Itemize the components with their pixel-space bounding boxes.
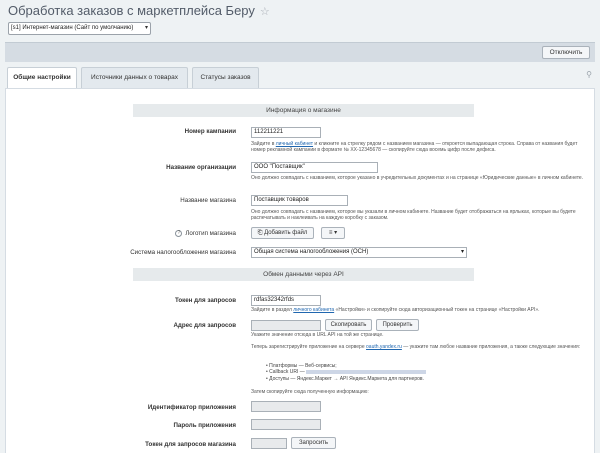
star-icon[interactable]: ☆ [260,6,270,18]
request-address-input[interactable] [251,320,321,331]
token-label: Токен для запросов [174,297,236,304]
add-file-label: Добавить файл [264,230,308,236]
bullet-callback: Callback URI — [266,369,427,376]
copy-info-hint: Затем скопируйте сюда полученную информа… [251,389,369,395]
register-text: Теперь зарегистрируйте приложение на сер… [251,344,591,350]
app-id-input[interactable] [251,401,321,412]
app-password-input[interactable] [251,419,321,430]
app-id-label: Идентификатор приложения [147,404,236,411]
address-hint: Укажите значение отсюда в URL API на той… [251,332,384,338]
address-label: Адрес для запросов [173,322,236,329]
add-file-button[interactable]: ⎗ Добавить файл [251,227,314,239]
site-select-value: [s1] Интернет-магазин (Сайт по умолчанию… [11,25,134,31]
token-input[interactable]: rdfas32342rfds [251,295,321,306]
tax-system-select[interactable]: Общая система налогообложения (ОСН) ▾ [251,247,467,258]
chevron-down-icon: ▾ [460,249,464,255]
page-title-text: Обработка заказов с маркетплейса Беру [8,3,255,18]
help-icon[interactable]: ? [175,230,183,237]
menu-icon: ≡ ▾ [328,230,338,236]
app-password-label: Пароль приложения [173,422,236,429]
section-header-shop-info: Информация о магазине [133,104,474,117]
bullet-callback-text: Callback URI — [269,369,305,376]
page-title: Обработка заказов с маркетплейса Беру ☆ [8,3,270,18]
tab-product-sources[interactable]: Источники данных о товарах [81,67,188,88]
oauth-link[interactable]: oauth.yandex.ru [366,344,402,350]
org-name-input[interactable]: ООО "Поставщик" [251,162,378,173]
campaign-number-input[interactable]: 112211221 [251,127,321,138]
pin-icon[interactable]: ⚲ [586,70,592,79]
bullet-access: Доступы — Яндекс.Маркет → API Яндекс.Мар… [266,376,426,382]
personal-cabinet-link-2[interactable]: личного кабинета [293,307,334,313]
org-name-label: Название организации [166,164,236,171]
shop-name-hint: Оно должно совпадать с названием, которо… [251,209,576,222]
site-select[interactable]: [s1] Интернет-магазин (Сайт по умолчанию… [8,22,151,35]
file-menu-button[interactable]: ≡ ▾ [321,227,345,239]
disable-button[interactable]: Отключить [542,46,590,59]
register-bullets: Платформы — Веб-сервисы; Callback URI — … [266,363,427,382]
request-button[interactable]: Запросить [291,437,336,449]
shop-token-input[interactable] [251,438,287,449]
tax-system-label: Система налогообложения магазина [130,249,236,256]
logo-label-text: Логотип магазина [185,230,236,238]
register-text-1: Теперь зарегистрируйте приложение на сер… [251,344,367,350]
check-button[interactable]: Проверить [376,319,419,331]
register-text-2: — укажите там любое название приложения,… [401,344,581,350]
campaign-label: Номер кампании [184,128,236,135]
shop-token-label: Токен для запросов магазина [145,441,236,448]
token-hint-text: Зайдите в раздел [251,307,294,313]
tabs-bar: Общие настройки Источники данных о товар… [5,62,595,89]
shop-name-input[interactable]: Поставщик товаров [251,195,348,206]
logo-label: ? Логотип магазина [175,230,236,237]
shop-name-label: Название магазина [180,197,236,204]
callback-uri-value[interactable] [306,370,427,375]
section-header-api: Обмен данными через API [133,268,474,281]
chevron-down-icon: ▾ [144,25,148,31]
tax-system-value: Общая система налогообложения (ОСН) [254,249,369,255]
token-hint-text-2: «Настройки» и скопируйте сюда авторизаци… [334,307,540,313]
action-bar: Отключить [5,42,595,62]
campaign-hint: Зайдите в личный кабинет и кликните на с… [251,141,591,153]
settings-panel: Информация о магазине Номер кампании 112… [5,88,595,453]
tab-order-statuses[interactable]: Статусы заказов [192,67,259,88]
tab-general-settings[interactable]: Общие настройки [7,67,77,89]
copy-button[interactable]: Скопировать [325,319,372,331]
org-name-hint: Оно должно совпадать с названием, которо… [251,175,584,181]
token-hint: Зайдите в раздел личного кабинета «Настр… [251,307,591,313]
